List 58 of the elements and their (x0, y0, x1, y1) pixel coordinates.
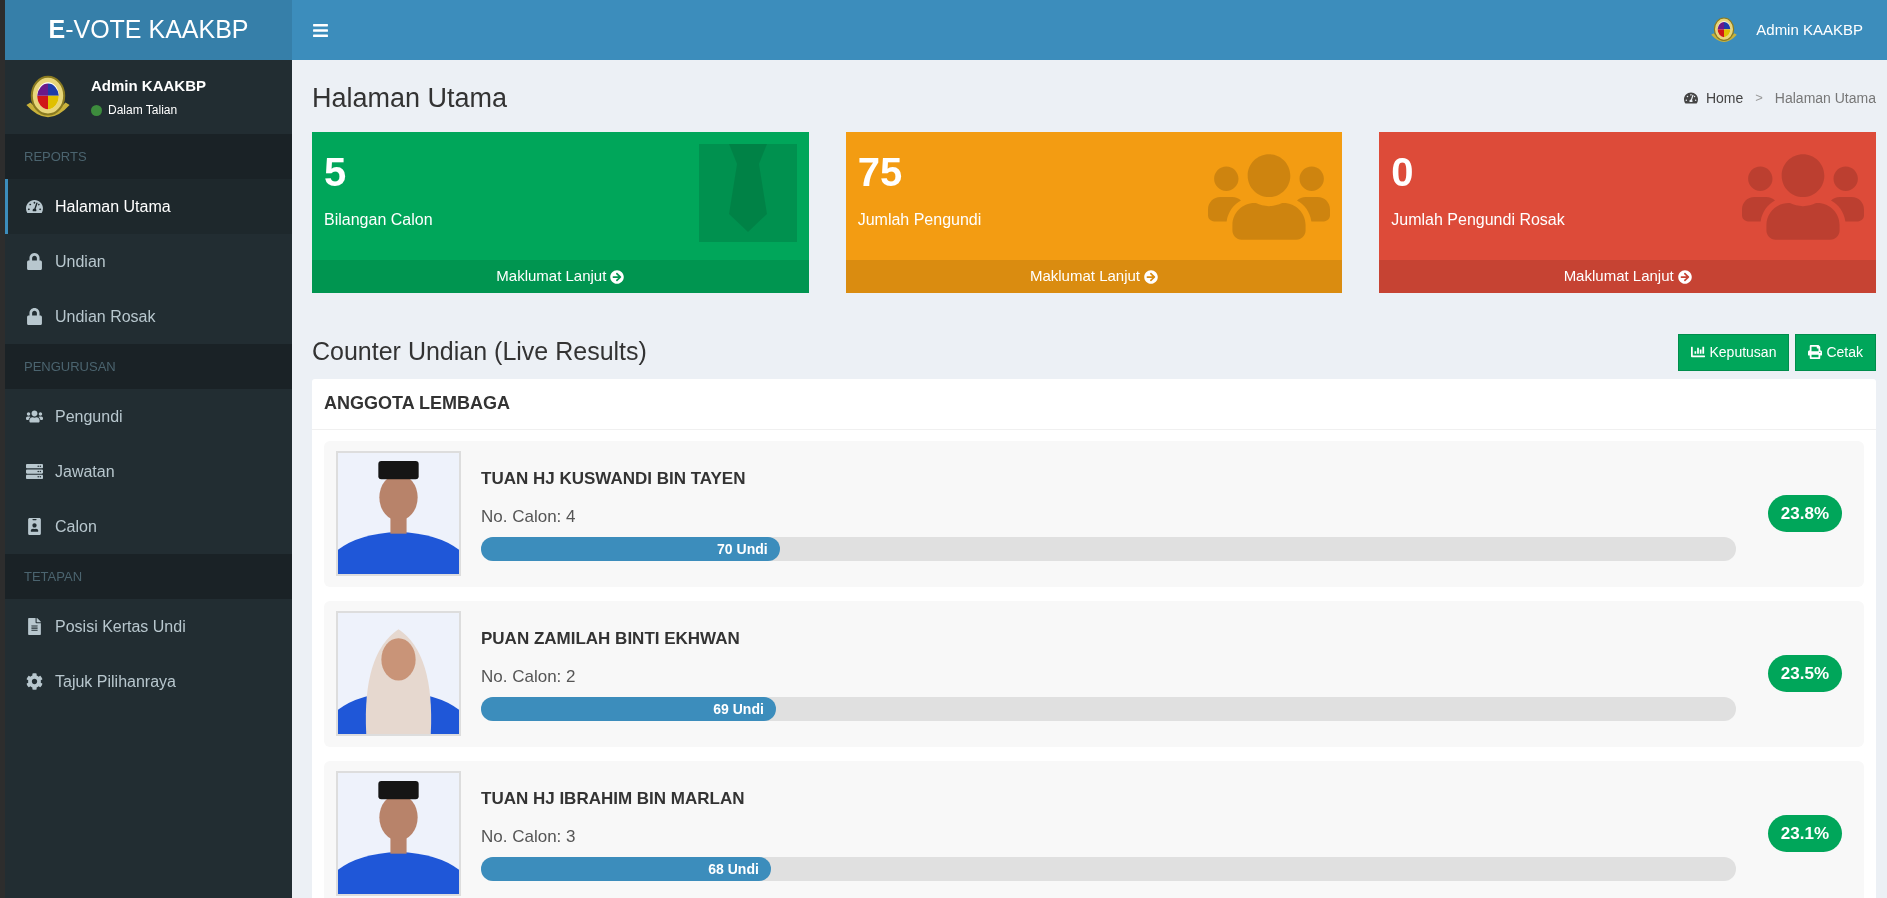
candidate-name: TUAN HJ IBRAHIM BIN MARLAN (481, 788, 746, 810)
sidebar-item[interactable]: Undian (5, 234, 292, 289)
vote-progress-fill: 70 Undi (481, 537, 780, 561)
stat-value: 5 (324, 149, 348, 196)
sidebar-item[interactable]: Calon (5, 499, 292, 554)
header-user-name[interactable]: Admin KAAKBP (1756, 18, 1863, 42)
sidebar-item[interactable]: Jawatan (5, 444, 292, 499)
brand-logo[interactable]: E-VOTE KAAKBP (5, 0, 292, 60)
more-info-link[interactable]: Maklumat Lanjut (1379, 260, 1876, 293)
server-icon (26, 463, 43, 480)
dashboard-icon (26, 198, 43, 215)
sidebar-section-header: TETAPAN (24, 567, 83, 586)
arrow-right-icon (1144, 269, 1158, 284)
sidebar-item[interactable]: Tajuk Pilihanraya (5, 654, 292, 709)
panel-title: ANGGOTA LEMBAGA (324, 392, 510, 415)
bar-chart-icon (1691, 345, 1706, 359)
section-title: Counter Undian (Live Results) (312, 336, 647, 367)
arrow-right-icon (1677, 269, 1692, 284)
tie-icon (698, 144, 797, 242)
settings-icon (26, 673, 43, 690)
breadcrumb-separator: > (1754, 89, 1764, 108)
menu-button[interactable] (312, 21, 329, 39)
stat-label: Jumlah Pengundi (857, 210, 982, 230)
sidebar-section-header: REPORTS (24, 147, 87, 166)
user-name: Admin KAAKBP (91, 75, 206, 96)
sidebar-item[interactable]: Pengundi (5, 389, 292, 444)
candidate-number: No. Calon: 3 (481, 825, 577, 848)
vote-progress-fill: 68 Undi (481, 857, 771, 881)
sidebar-item[interactable]: Posisi Kertas Undi (5, 599, 292, 654)
printer-icon (1808, 345, 1823, 359)
vote-progress-fill: 69 Undi (481, 697, 776, 721)
percentage-badge: 23.5% (1767, 655, 1842, 692)
sidebar-section-header: PENGURUSAN (24, 357, 116, 376)
candidate-number: No. Calon: 4 (481, 505, 577, 528)
stat-value: 75 (857, 149, 904, 196)
candidate-name: PUAN ZAMILAH BINTI EKHWAN (481, 628, 741, 650)
candidate-number: No. Calon: 2 (481, 665, 577, 688)
percentage-badge: 23.8% (1767, 495, 1842, 532)
users-icon (26, 408, 43, 425)
sidebar-item[interactable]: Undian Rosak (5, 289, 292, 344)
arrow-right-icon (610, 269, 625, 284)
stat-value: 0 (1391, 149, 1415, 196)
page-title: Halaman Utama (312, 81, 508, 115)
breadcrumb-item: Halaman Utama (1774, 88, 1876, 108)
online-status-icon (91, 104, 102, 116)
user-status: Dalam Talian (108, 102, 178, 120)
percentage-badge: 23.1% (1767, 815, 1842, 852)
badge-icon (26, 518, 43, 535)
breadcrumb-item[interactable]: Home (1705, 87, 1744, 109)
stat-label: Bilangan Calon (324, 210, 433, 230)
sidebar-item[interactable]: Halaman Utama (5, 179, 292, 234)
lock-icon (26, 308, 43, 325)
candidate-name: TUAN HJ KUSWANDI BIN TAYEN (481, 468, 747, 490)
document-icon (26, 618, 43, 635)
lock-icon (26, 253, 43, 270)
stat-label: Jumlah Pengundi Rosak (1391, 210, 1565, 230)
dashboard-icon (1683, 91, 1698, 105)
more-info-link[interactable]: Maklumat Lanjut (312, 260, 809, 293)
